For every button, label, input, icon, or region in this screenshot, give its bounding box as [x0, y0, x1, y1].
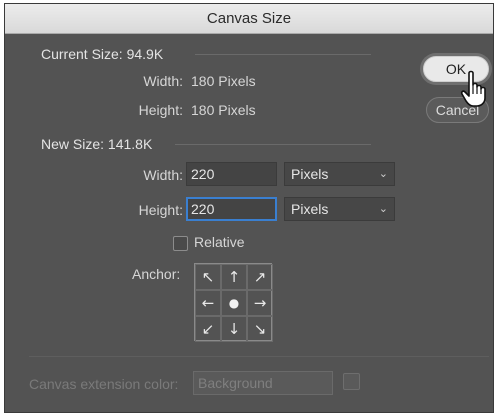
new-width-unit-select[interactable]: Pixels ⌄	[284, 162, 395, 186]
chevron-down-icon: ⌄	[378, 168, 388, 180]
anchor-top-arrow-icon[interactable]: ↑	[221, 264, 247, 290]
dialog-titlebar[interactable]: Canvas Size	[5, 4, 493, 34]
hand-pointer-cursor-icon	[460, 70, 486, 107]
new-height-unit-value: Pixels	[291, 201, 329, 217]
current-size-heading: Current Size: 94.9K	[41, 46, 164, 62]
anchor-top-right-arrow-icon[interactable]: ↗	[247, 264, 273, 290]
anchor-center-dot-icon[interactable]: ●	[221, 290, 247, 316]
current-width-label: Width:	[143, 73, 183, 89]
current-size-divider	[195, 54, 371, 55]
new-width-input[interactable]: 220	[186, 162, 277, 186]
chevron-down-icon: ⌄	[378, 203, 388, 215]
anchor-bottom-left-arrow-icon[interactable]: ↙	[195, 316, 221, 342]
current-height-label: Height:	[138, 102, 183, 118]
anchor-label: Anchor:	[132, 266, 181, 282]
extension-color-select[interactable]: Background	[193, 371, 333, 395]
dialog-title: Canvas Size	[206, 10, 292, 27]
new-width-label: Width:	[143, 167, 183, 183]
new-size-heading: New Size: 141.8K	[41, 136, 153, 152]
anchor-right-arrow-icon[interactable]: →	[247, 290, 273, 316]
relative-checkbox[interactable]	[173, 236, 188, 251]
new-width-unit-value: Pixels	[291, 166, 329, 182]
anchor-bottom-right-arrow-icon[interactable]: ↘	[247, 316, 273, 342]
new-height-input[interactable]: 220	[186, 197, 277, 221]
anchor-top-left-arrow-icon[interactable]: ↖	[195, 264, 221, 290]
anchor-grid: ↖ ↑ ↗ ← ● → ↙ ↓ ↘	[194, 263, 273, 342]
anchor-left-arrow-icon[interactable]: ←	[195, 290, 221, 316]
new-height-unit-select[interactable]: Pixels ⌄	[284, 197, 395, 221]
anchor-bottom-arrow-icon[interactable]: ↓	[221, 316, 247, 342]
current-height-value: 180 Pixels	[191, 102, 256, 118]
current-width-value: 180 Pixels	[191, 73, 256, 89]
extension-divider	[29, 356, 489, 357]
extension-color-swatch[interactable]	[343, 373, 360, 390]
canvas-size-dialog: Canvas Size Current Size: 94.9K Width: 1…	[4, 3, 494, 413]
new-height-label: Height:	[138, 202, 183, 218]
extension-color-label: Canvas extension color:	[29, 376, 179, 392]
new-size-divider	[175, 144, 371, 145]
relative-label[interactable]: Relative	[194, 234, 245, 250]
